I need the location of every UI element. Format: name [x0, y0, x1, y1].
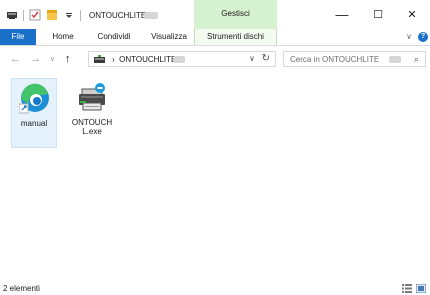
context-tab-group-label: Gestisci: [221, 9, 250, 18]
file-list: manual ONTOUCH L.exe: [0, 72, 430, 280]
drive-icon[interactable]: [6, 9, 18, 21]
large-icons-view-icon[interactable]: [415, 283, 427, 295]
redacted-text: [144, 12, 158, 19]
context-tab-group-gestisci: Gestisci: [194, 0, 277, 29]
search-icon: ⌕: [413, 54, 419, 64]
file-name: manual: [20, 119, 48, 128]
redacted-text: [389, 56, 401, 63]
maximize-icon: ☐: [373, 9, 383, 21]
tab-home[interactable]: Home: [44, 29, 82, 45]
collapse-ribbon-icon[interactable]: ∨: [406, 32, 412, 41]
file-name: ONTOUCH L.exe: [71, 118, 113, 136]
close-button[interactable]: ✕: [394, 0, 430, 29]
chevron-down-icon[interactable]: ∨: [249, 54, 255, 63]
view-switcher: [402, 283, 427, 295]
separator: [23, 9, 24, 21]
details-view-icon[interactable]: [402, 284, 412, 295]
forward-arrow-icon[interactable]: →: [30, 54, 41, 65]
navigation-bar: ← → ∨ ↑ › ONTOUCHLITE ∨ ↻ Cerca in ONTOU…: [0, 46, 430, 72]
customize-toolbar-icon[interactable]: [63, 9, 75, 21]
file-item-ontouchl-exe[interactable]: ONTOUCH L.exe: [69, 78, 115, 148]
tab-file[interactable]: File: [0, 29, 36, 45]
breadcrumb-item: ONTOUCHLITE: [119, 55, 177, 64]
recent-locations-icon[interactable]: ∨: [50, 55, 55, 65]
item-count: 2 elementi: [3, 284, 40, 293]
status-bar: 2 elementi: [0, 281, 430, 295]
tab-strumenti-dischi[interactable]: Strumenti dischi: [194, 29, 277, 45]
tab-visualizza[interactable]: Visualizza: [144, 29, 194, 45]
breadcrumb[interactable]: › ONTOUCHLITE: [112, 55, 176, 64]
breadcrumb-separator: ›: [112, 55, 115, 64]
minimize-icon: —: [335, 7, 349, 22]
separator: [80, 9, 81, 21]
file-item-manual[interactable]: manual: [11, 78, 57, 148]
redacted-text: [173, 56, 185, 63]
help-icon[interactable]: ?: [418, 32, 428, 42]
minimize-button[interactable]: —: [324, 0, 360, 29]
maximize-button[interactable]: ☐: [360, 0, 396, 29]
properties-checkbox-icon[interactable]: [29, 9, 41, 21]
drive-icon: [94, 55, 105, 67]
new-folder-icon[interactable]: [46, 9, 58, 21]
title-bar: ONTOUCHLITE Gestisci — ☐ ✕: [0, 0, 430, 29]
edge-browser-icon: [18, 82, 51, 116]
up-arrow-icon[interactable]: ↑: [65, 54, 71, 65]
window-title: ONTOUCHLITE: [89, 11, 147, 20]
printer-app-icon: [76, 81, 108, 115]
ribbon-tabs: File Home Condividi Visualizza Strumenti…: [0, 29, 430, 46]
tab-condividi[interactable]: Condividi: [88, 29, 140, 45]
close-icon: ✕: [407, 9, 417, 21]
quick-access-toolbar: [6, 9, 81, 21]
search-placeholder: Cerca in ONTOUCHLITE: [290, 55, 380, 64]
search-box[interactable]: Cerca in ONTOUCHLITE ⌕: [283, 51, 426, 67]
back-arrow-icon[interactable]: ←: [10, 54, 21, 65]
refresh-icon[interactable]: ↻: [262, 53, 270, 64]
address-bar[interactable]: › ONTOUCHLITE ∨ ↻: [88, 51, 276, 67]
